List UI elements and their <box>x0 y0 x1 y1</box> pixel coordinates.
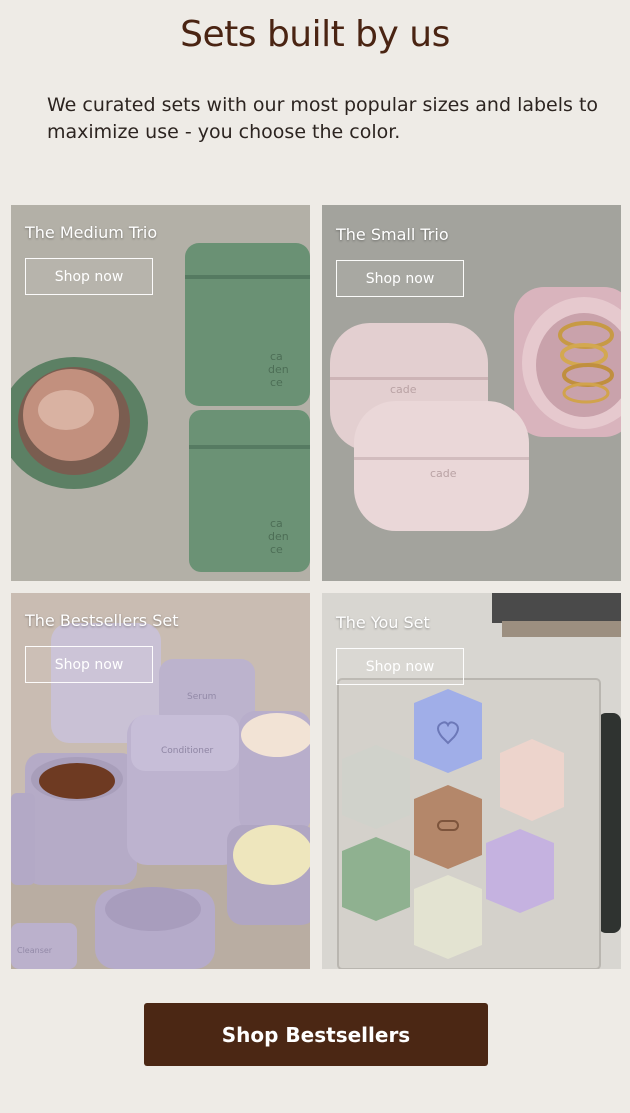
shop-now-button[interactable]: Shop now <box>25 258 153 295</box>
card-title: The Small Trio <box>336 225 449 244</box>
svg-text:Conditioner: Conditioner <box>161 746 213 756</box>
svg-text:den: den <box>268 363 289 376</box>
card-title: The You Set <box>336 613 430 632</box>
card-you-set[interactable]: The You Set Shop now <box>322 593 621 969</box>
svg-text:cade: cade <box>390 383 417 396</box>
card-title: The Bestsellers Set <box>25 611 179 630</box>
svg-text:den: den <box>268 530 289 543</box>
svg-text:Serum: Serum <box>187 692 216 702</box>
shop-now-button[interactable]: Shop now <box>25 646 153 683</box>
page-title: Sets built by us <box>180 14 450 55</box>
svg-text:ce: ce <box>270 376 283 389</box>
shop-bestsellers-button[interactable]: Shop Bestsellers <box>144 1003 488 1066</box>
shop-now-button[interactable]: Shop now <box>336 260 464 297</box>
svg-text:ca: ca <box>270 517 283 530</box>
sets-grid: ca den ce ca den ce The Medium Trio Shop… <box>11 205 621 969</box>
card-bestsellers-set[interactable]: Serum Conditioner Cleanser The Bestselle… <box>11 593 310 969</box>
svg-text:ce: ce <box>270 543 283 556</box>
card-medium-trio[interactable]: ca den ce ca den ce The Medium Trio Shop… <box>11 205 310 581</box>
svg-text:ca: ca <box>270 350 283 363</box>
card-small-trio[interactable]: cade cade The Small Trio Shop now <box>322 205 621 581</box>
card-title: The Medium Trio <box>25 223 158 242</box>
page-subtitle: We curated sets with our most popular si… <box>47 94 599 143</box>
shop-now-button[interactable]: Shop now <box>336 648 464 685</box>
svg-text:cade: cade <box>430 467 457 480</box>
svg-text:Cleanser: Cleanser <box>17 946 53 955</box>
